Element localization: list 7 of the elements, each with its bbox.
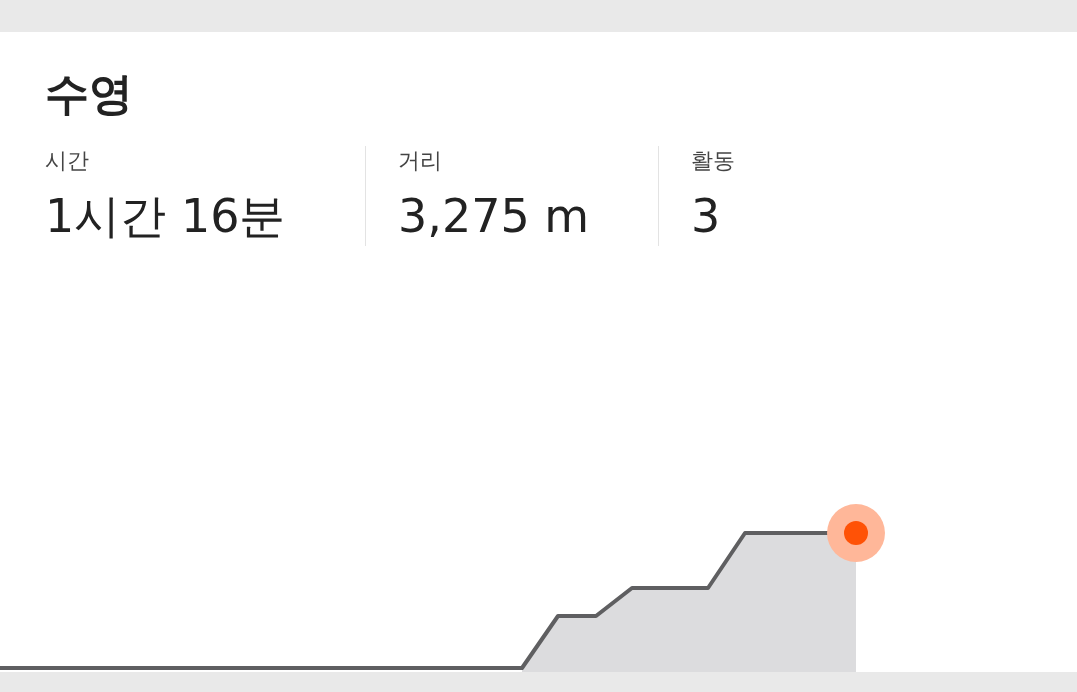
stat-label: 활동 bbox=[691, 147, 735, 175]
stat-value: 1시간 16분 bbox=[45, 188, 286, 245]
activity-title: 수영 bbox=[45, 67, 133, 121]
stat-label: 시간 bbox=[45, 147, 89, 175]
stat-label: 거리 bbox=[398, 147, 442, 175]
stat-value: 3 bbox=[691, 188, 721, 245]
stat-value: 3,275 m bbox=[398, 188, 590, 245]
